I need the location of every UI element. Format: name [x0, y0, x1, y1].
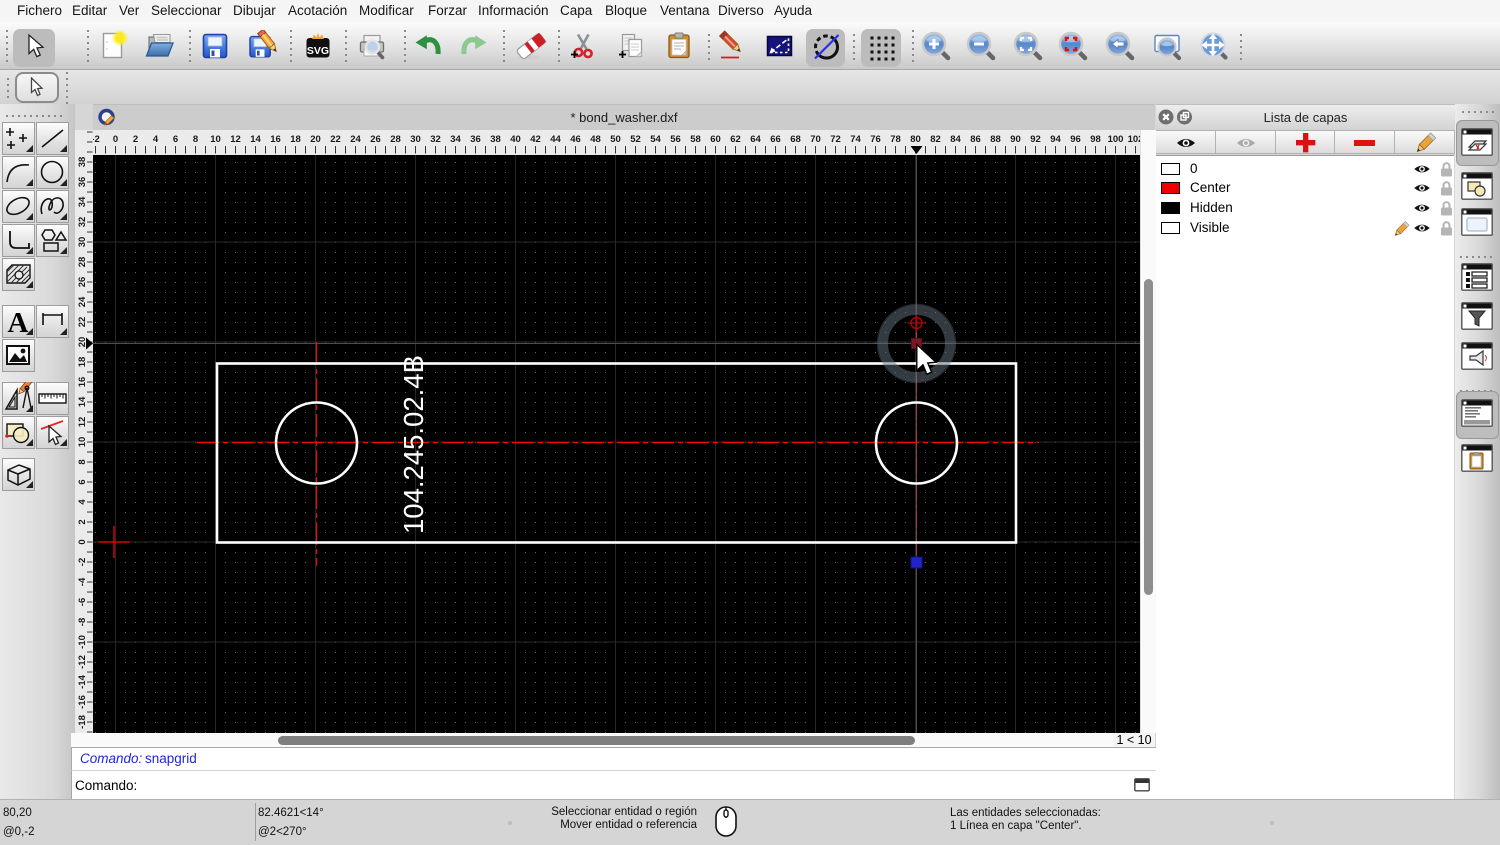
svg-text:20: 20 [310, 134, 321, 145]
svg-text:-16: -16 [77, 695, 88, 709]
svg-text:-10: -10 [77, 635, 88, 649]
svg-text:SVG: SVG [307, 45, 329, 57]
svg-text:-14: -14 [77, 674, 88, 688]
svg-text:10: 10 [77, 437, 88, 448]
svg-text:32: 32 [77, 217, 88, 228]
svg-text:-2: -2 [93, 134, 100, 145]
svg-text:58: 58 [690, 134, 701, 145]
svg-text:16: 16 [77, 377, 88, 388]
svg-text:-4: -4 [77, 577, 88, 586]
svg-text:12: 12 [230, 134, 241, 145]
svg-text:60: 60 [710, 134, 721, 145]
svg-text:28: 28 [77, 257, 88, 268]
svg-text:38: 38 [77, 157, 88, 168]
svg-text:82: 82 [930, 134, 941, 145]
svg-text:10: 10 [210, 134, 221, 145]
svg-text:A: A [8, 307, 29, 338]
svg-text:24: 24 [350, 134, 361, 145]
svg-text:62: 62 [730, 134, 741, 145]
svg-text:52: 52 [630, 134, 641, 145]
svg-text:92: 92 [1030, 134, 1041, 145]
svg-text:100: 100 [1108, 134, 1124, 145]
svg-text:32: 32 [430, 134, 441, 145]
svg-text:12: 12 [77, 417, 88, 428]
svg-text:0: 0 [113, 134, 118, 145]
svg-text:102: 102 [1128, 134, 1140, 145]
svg-text:26: 26 [370, 134, 381, 145]
svg-text:30: 30 [410, 134, 421, 145]
svg-text:72: 72 [830, 134, 841, 145]
svg-text:104.245.02.4B: 104.245.02.4B [398, 355, 429, 534]
svg-text:0: 0 [77, 539, 88, 544]
svg-text:98: 98 [1090, 134, 1101, 145]
svg-text:6: 6 [77, 479, 88, 484]
svg-text:64: 64 [750, 134, 761, 145]
svg-text:50: 50 [610, 134, 621, 145]
svg-text:78: 78 [890, 134, 901, 145]
svg-text:4: 4 [77, 499, 88, 505]
svg-text:8: 8 [193, 134, 198, 145]
svg-text:36: 36 [77, 177, 88, 188]
svg-text:66: 66 [770, 134, 781, 145]
svg-text:68: 68 [790, 134, 801, 145]
svg-text:6: 6 [173, 134, 178, 145]
svg-text:34: 34 [77, 196, 88, 207]
svg-text:74: 74 [850, 134, 861, 145]
svg-text:40: 40 [510, 134, 521, 145]
svg-text:14: 14 [77, 396, 88, 407]
svg-text:16: 16 [270, 134, 281, 145]
svg-text:44: 44 [550, 134, 561, 145]
svg-text:-6: -6 [77, 598, 88, 606]
svg-text:22: 22 [330, 134, 341, 145]
svg-text:4: 4 [153, 134, 159, 145]
svg-text:42: 42 [530, 134, 541, 145]
svg-text:88: 88 [990, 134, 1001, 145]
svg-text:96: 96 [1070, 134, 1081, 145]
svg-text:54: 54 [650, 134, 661, 145]
svg-text:48: 48 [590, 134, 601, 145]
svg-text:8: 8 [77, 459, 88, 464]
svg-text:2: 2 [133, 134, 138, 145]
svg-text:-2: -2 [77, 558, 88, 566]
svg-text:90: 90 [1010, 134, 1021, 145]
svg-text:38: 38 [490, 134, 501, 145]
svg-text:24: 24 [77, 296, 88, 307]
svg-text:86: 86 [970, 134, 981, 145]
svg-text:26: 26 [77, 277, 88, 288]
svg-text:18: 18 [77, 357, 88, 368]
svg-text:-18: -18 [77, 715, 88, 729]
svg-text:94: 94 [1050, 134, 1061, 145]
svg-text:22: 22 [77, 317, 88, 328]
svg-text:30: 30 [77, 237, 88, 248]
svg-text:36: 36 [470, 134, 481, 145]
svg-text:-8: -8 [77, 618, 88, 626]
svg-text:34: 34 [450, 134, 461, 145]
svg-text:84: 84 [950, 134, 961, 145]
svg-text:56: 56 [670, 134, 681, 145]
svg-text:28: 28 [390, 134, 401, 145]
svg-text:70: 70 [810, 134, 821, 145]
svg-text:-12: -12 [77, 655, 88, 669]
svg-text:76: 76 [870, 134, 881, 145]
svg-text:80: 80 [910, 134, 921, 145]
svg-text:14: 14 [250, 134, 261, 145]
svg-text:46: 46 [570, 134, 581, 145]
svg-text:18: 18 [290, 134, 301, 145]
svg-text:2: 2 [77, 519, 88, 524]
